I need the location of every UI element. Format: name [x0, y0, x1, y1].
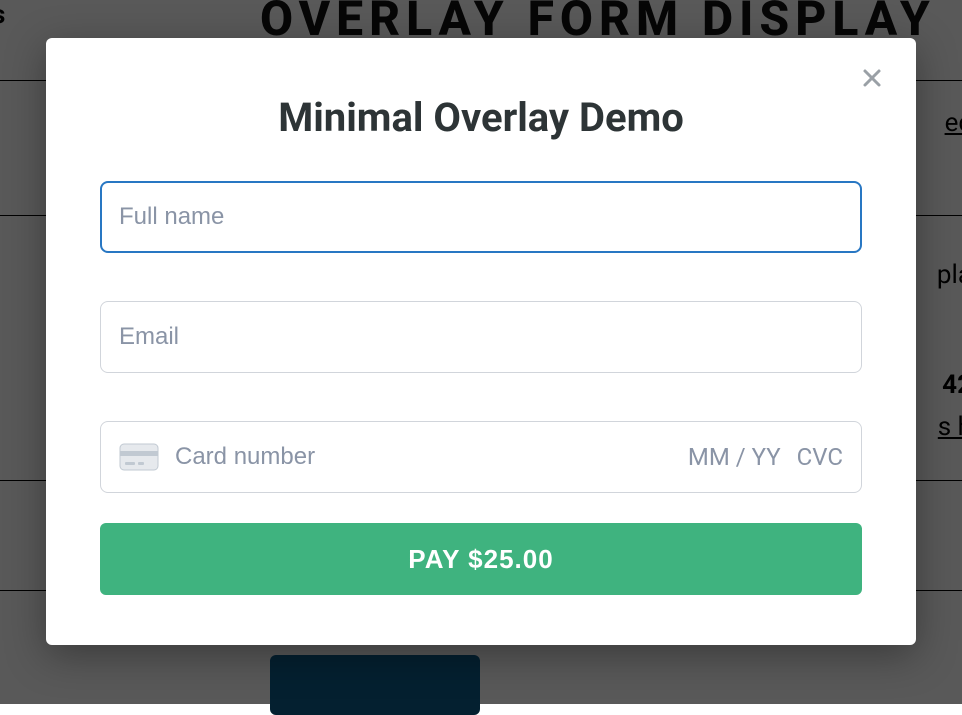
- card-row[interactable]: MM / YY CVC: [100, 421, 862, 493]
- fullname-input[interactable]: [100, 181, 862, 253]
- modal-title: Minimal Overlay Demo: [100, 94, 862, 141]
- pay-button[interactable]: PAY $25.00: [100, 523, 862, 595]
- card-number-input[interactable]: [175, 443, 672, 471]
- credit-card-icon: [119, 443, 159, 471]
- close-button[interactable]: [854, 60, 890, 96]
- payment-modal: Minimal Overlay Demo MM / YY CVC PAY $25…: [46, 38, 916, 645]
- modal-backdrop: Minimal Overlay Demo MM / YY CVC PAY $25…: [0, 0, 962, 704]
- close-icon: [860, 66, 884, 90]
- card-expiry-placeholder[interactable]: MM / YY: [688, 443, 781, 471]
- card-cvc-placeholder[interactable]: CVC: [797, 443, 843, 471]
- email-input[interactable]: [100, 301, 862, 373]
